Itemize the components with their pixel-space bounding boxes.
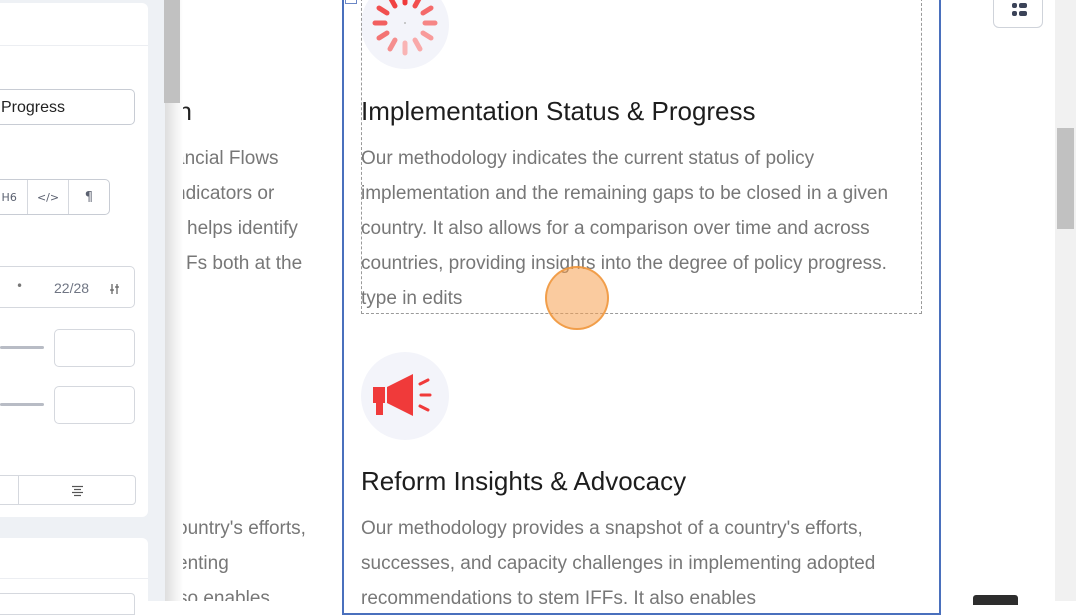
click-indicator bbox=[545, 266, 609, 330]
secondary-settings-card bbox=[0, 538, 148, 615]
item-description[interactable]: Our methodology provides a snapshot of a… bbox=[361, 511, 926, 616]
card-header-divider bbox=[0, 578, 148, 579]
number-input-1[interactable] bbox=[54, 329, 135, 367]
item-title[interactable]: Implementation Status & Progress bbox=[361, 96, 756, 127]
panel-scrollbar-thumb[interactable] bbox=[164, 0, 180, 103]
card-header-divider bbox=[0, 45, 148, 46]
item-title[interactable]: Reform Insights & Advocacy bbox=[361, 466, 686, 497]
alignment-toolbar bbox=[0, 475, 136, 505]
char-counter: 22/28 bbox=[54, 280, 90, 296]
adjust-icon[interactable] bbox=[109, 283, 120, 295]
page-scrollbar-track[interactable] bbox=[1055, 0, 1076, 601]
slider-2[interactable] bbox=[0, 403, 44, 406]
separator-dot: • bbox=[16, 279, 24, 293]
left-heading: n bbox=[183, 98, 192, 126]
number-input-2[interactable] bbox=[54, 386, 135, 424]
navigator-button[interactable] bbox=[993, 0, 1043, 28]
alignment-divider bbox=[18, 476, 19, 504]
content-settings-card bbox=[0, 3, 148, 517]
left-text-line: ancial Flows bbox=[183, 148, 279, 169]
page-scrollbar-thumb[interactable] bbox=[1057, 128, 1074, 229]
item-icon-wrap bbox=[361, 352, 449, 440]
left-text-line: ndicators or bbox=[183, 183, 275, 204]
code-button[interactable]: </> bbox=[28, 180, 69, 214]
align-center-icon[interactable] bbox=[71, 485, 84, 497]
heading-h6-button[interactable]: H6 bbox=[0, 180, 29, 214]
column-handle[interactable] bbox=[345, 0, 357, 4]
left-content-column: n ancial Flows ndicators or helps identi… bbox=[183, 0, 343, 601]
left-text-line: ountry's efforts, bbox=[183, 518, 306, 539]
left-text-line: helps identify bbox=[187, 218, 298, 239]
bottom-tab[interactable] bbox=[973, 595, 1018, 605]
structure-icon bbox=[1012, 3, 1027, 16]
megaphone-icon bbox=[373, 374, 432, 416]
left-text-line: enting bbox=[183, 553, 229, 574]
left-text-line: so enables bbox=[183, 588, 270, 601]
text-format-toolbar: H6 </> ¶ bbox=[0, 179, 110, 215]
left-text-line: Fs both at the bbox=[186, 253, 303, 274]
secondary-input[interactable] bbox=[0, 593, 135, 615]
paragraph-button[interactable]: ¶ bbox=[69, 180, 109, 214]
item-description[interactable]: Our methodology indicates the current st… bbox=[361, 141, 926, 316]
slider-1[interactable] bbox=[0, 346, 44, 349]
title-input[interactable]: Progress bbox=[0, 89, 135, 125]
text-length-field[interactable]: • 22/28 bbox=[0, 266, 135, 308]
